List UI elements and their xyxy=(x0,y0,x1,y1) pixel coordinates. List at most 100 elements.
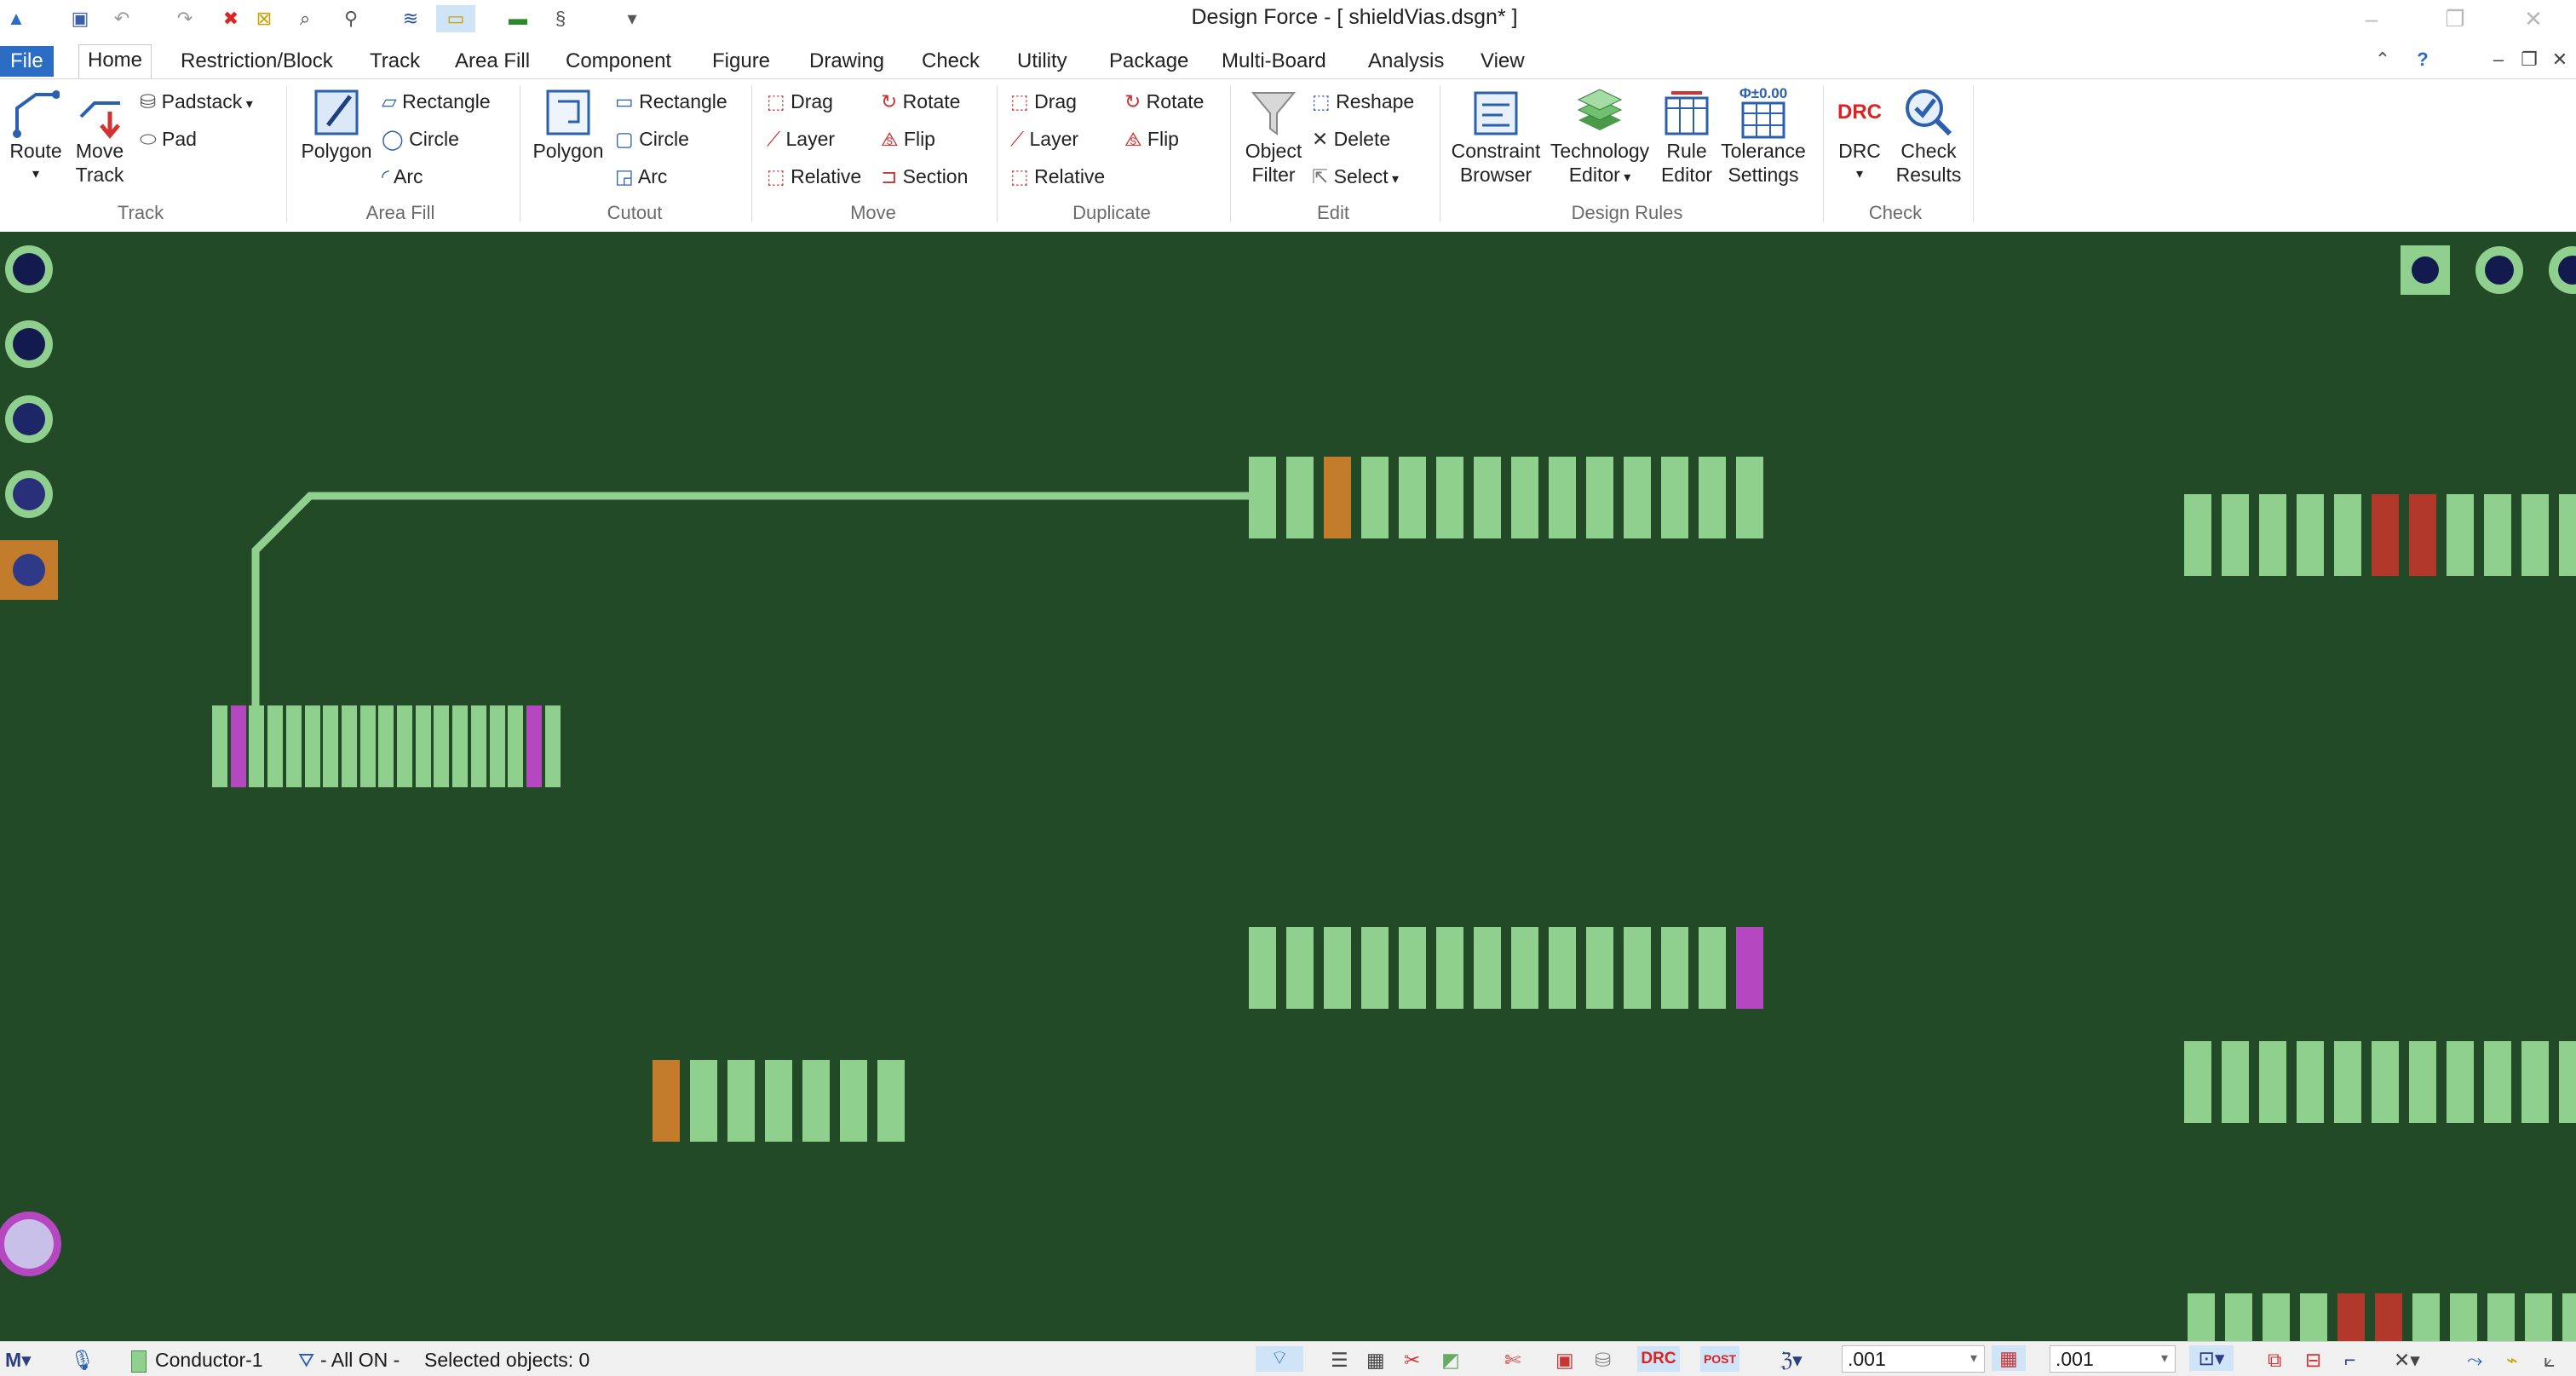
smd-pad[interactable] xyxy=(1511,927,1538,1009)
area-fill-arc-button[interactable]: ◜ Arc xyxy=(382,164,423,188)
smd-pad[interactable] xyxy=(2409,1041,2436,1123)
layer-stack-icon[interactable]: ⧉ xyxy=(2268,1349,2281,1371)
smd-pad[interactable] xyxy=(1249,927,1276,1009)
smd-pad[interactable] xyxy=(2521,1041,2549,1123)
smd-pad[interactable] xyxy=(2222,1041,2249,1123)
smd-pad[interactable] xyxy=(2412,1293,2440,1341)
smd-pad[interactable] xyxy=(249,705,265,787)
move-flip-button[interactable]: ⧌ Flip xyxy=(881,127,935,151)
smd-pad[interactable] xyxy=(1699,927,1726,1009)
smd-pad[interactable] xyxy=(1399,927,1426,1009)
smd-pad[interactable] xyxy=(415,705,431,787)
smd-pad[interactable] xyxy=(2559,1041,2576,1123)
active-layer-label[interactable]: Conductor-1 xyxy=(155,1349,263,1371)
doc-close-icon[interactable]: ✕ xyxy=(2547,46,2573,73)
smd-pad[interactable] xyxy=(1736,457,1763,538)
tab-drawing[interactable]: Drawing xyxy=(809,46,884,77)
smd-pad[interactable] xyxy=(2559,494,2576,576)
technology-dropdown-icon[interactable]: ▾ xyxy=(1620,170,1630,185)
smd-pad[interactable] xyxy=(727,1060,755,1142)
highlight-net-icon[interactable]: ⌁ xyxy=(2506,1349,2518,1371)
save-icon[interactable]: ▣ xyxy=(65,5,95,32)
smd-pad[interactable] xyxy=(2450,1293,2477,1341)
smd-pad[interactable] xyxy=(359,705,376,787)
smd-pad[interactable] xyxy=(2184,494,2211,576)
smd-pad[interactable] xyxy=(2562,1293,2576,1341)
list-icon[interactable]: ☰ xyxy=(1331,1349,1348,1371)
smd-pad[interactable] xyxy=(1436,927,1463,1009)
smd-pad[interactable] xyxy=(1474,457,1501,538)
cutout-circle-button[interactable]: ▢ Circle xyxy=(615,127,689,151)
smd-pad[interactable] xyxy=(1436,457,1463,538)
snap-grid-icon[interactable]: ▦ xyxy=(1992,1345,2026,1371)
tab-check[interactable]: Check xyxy=(922,46,980,77)
smd-pad[interactable] xyxy=(2297,494,2324,576)
smd-pad[interactable] xyxy=(2337,1293,2365,1341)
smd-pad[interactable] xyxy=(1286,927,1314,1009)
smd-pad[interactable] xyxy=(1399,457,1426,538)
cross-probe-icon[interactable]: ✂ xyxy=(1404,1349,1420,1371)
smd-pad[interactable] xyxy=(1549,457,1576,538)
grid-icon[interactable]: ▦ xyxy=(1366,1349,1385,1371)
delete-button[interactable]: ✕ Delete xyxy=(1312,127,1390,151)
smd-pad[interactable] xyxy=(267,705,284,787)
tab-home[interactable]: Home xyxy=(78,44,152,79)
maximize-button[interactable]: ❐ xyxy=(2429,2,2481,36)
duplicate-relative-button[interactable]: ⬚ Relative xyxy=(1010,164,1105,188)
smd-pad[interactable] xyxy=(2184,1041,2211,1123)
smd-pad[interactable] xyxy=(2525,1293,2552,1341)
grid-value-dropdown-icon[interactable]: ▾ xyxy=(1970,1346,1984,1372)
cutout-rectangle-button[interactable]: ▭ Rectangle xyxy=(615,89,727,113)
database-icon[interactable]: ⛁ xyxy=(1595,1349,1611,1371)
cut-icon[interactable]: ✄ xyxy=(1504,1349,1521,1371)
microphone-icon[interactable]: 🎙︎ xyxy=(70,1349,95,1371)
smd-pad[interactable] xyxy=(653,1060,680,1142)
smd-pad[interactable] xyxy=(2334,494,2361,576)
smd-pad[interactable] xyxy=(2372,1041,2399,1123)
close-button[interactable]: ✕ xyxy=(2508,2,2559,36)
smd-pad[interactable] xyxy=(1361,927,1389,1009)
duplicate-flip-button[interactable]: ⧌ Flip xyxy=(1124,127,1179,151)
duplicate-drag-button[interactable]: ⬚ Drag xyxy=(1010,89,1077,113)
smd-pad[interactable] xyxy=(690,1060,717,1142)
tab-file[interactable]: File xyxy=(0,46,54,77)
doc-restore-icon[interactable]: ❐ xyxy=(2516,46,2542,73)
select-button[interactable]: ⇱ Select ▾ xyxy=(1312,164,1399,192)
smd-pad[interactable] xyxy=(212,705,227,787)
smd-pad[interactable] xyxy=(1324,927,1351,1009)
smd-pad[interactable] xyxy=(1249,457,1276,538)
pad-button[interactable]: ⬭ Pad xyxy=(140,127,197,151)
redo-icon[interactable]: ↷ xyxy=(172,5,198,32)
smd-pad[interactable] xyxy=(1661,927,1688,1009)
padstack-button[interactable]: ⛁ Padstack ▾ xyxy=(140,89,253,117)
help-icon[interactable]: ? xyxy=(2407,46,2438,73)
smd-pad[interactable] xyxy=(434,705,450,787)
tolerance-settings-button[interactable]: Φ±0.00 Tolerance Settings xyxy=(1719,86,1808,187)
snap-icon[interactable]: ℨ▾ xyxy=(1780,1349,1803,1371)
technology-editor-button[interactable]: Technology Editor ▾ xyxy=(1547,86,1653,190)
constraint-browser-button[interactable]: Constraint Browser xyxy=(1446,86,1545,187)
smd-pad[interactable] xyxy=(1511,457,1538,538)
fit-view-icon[interactable]: ⊠ xyxy=(249,5,279,32)
move-section-button[interactable]: ⊐ Section xyxy=(881,164,968,188)
cutout-arc-button[interactable]: ◲ Arc xyxy=(615,164,667,188)
smd-pad[interactable] xyxy=(1586,927,1613,1009)
smd-pad[interactable] xyxy=(323,705,339,787)
tab-view[interactable]: View xyxy=(1481,46,1525,77)
grid-value-input[interactable]: .001 ▾ xyxy=(1842,1345,1985,1373)
padstack-dropdown-icon[interactable]: ▾ xyxy=(242,97,253,112)
smd-pad[interactable] xyxy=(285,705,302,787)
cancel-icon[interactable]: ✖ xyxy=(218,5,244,32)
smd-pad[interactable] xyxy=(2487,1293,2515,1341)
smd-pad[interactable] xyxy=(877,1060,905,1142)
move-layer-button[interactable]: ⟋ Layer xyxy=(767,127,835,151)
smd-pad[interactable] xyxy=(2409,494,2436,576)
move-relative-button[interactable]: ⬚ Relative xyxy=(767,164,861,188)
area-fill-circle-button[interactable]: ◯ Circle xyxy=(382,127,459,151)
snap-value-dropdown-icon[interactable]: ▾ xyxy=(2161,1346,2175,1372)
smd-pad[interactable] xyxy=(2484,1041,2511,1123)
smd-pad[interactable] xyxy=(544,705,561,787)
route-button[interactable]: Route ▾ xyxy=(5,86,66,187)
smd-pad[interactable] xyxy=(452,705,469,787)
smd-pad[interactable] xyxy=(2447,494,2474,576)
